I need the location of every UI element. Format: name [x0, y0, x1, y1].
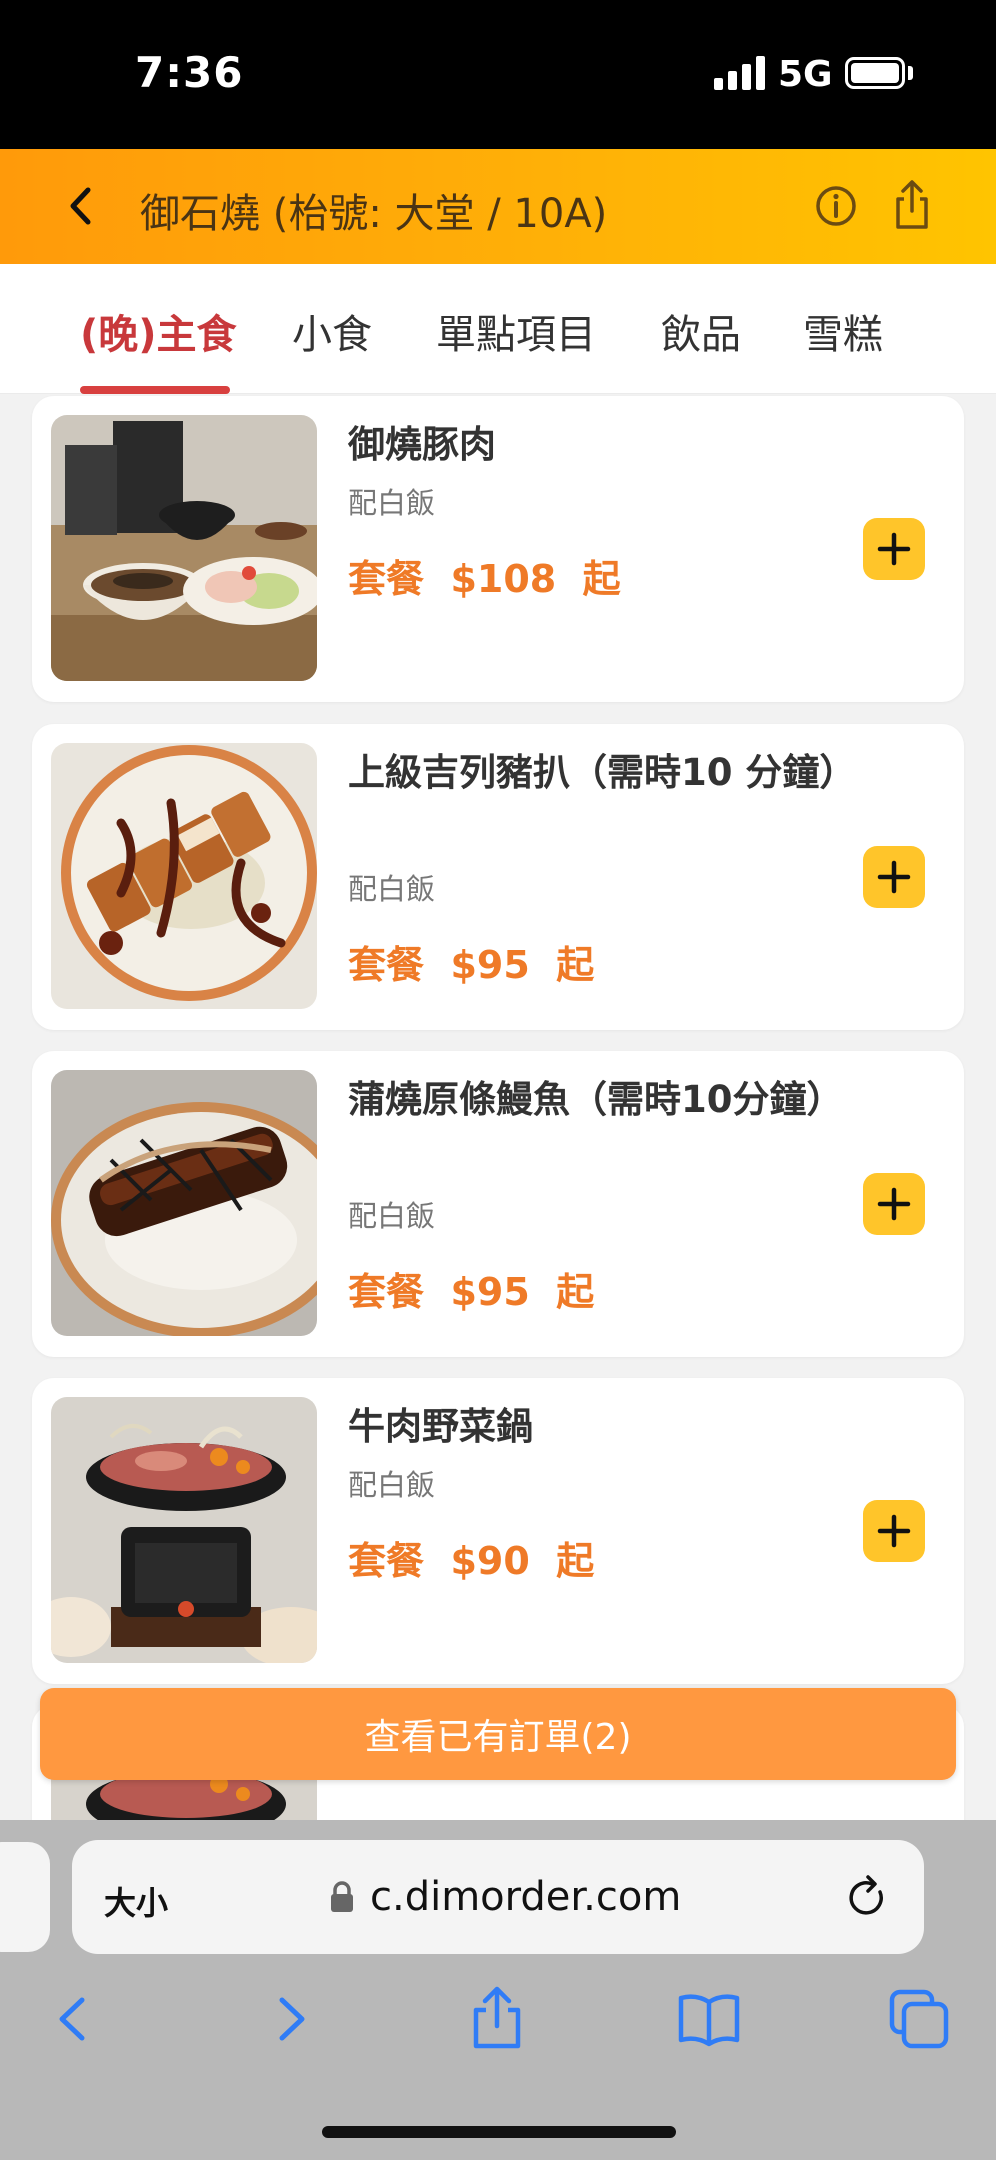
battery-icon	[845, 57, 905, 89]
page-title: 御石燒 (枱號: 大堂 / 10A)	[140, 191, 608, 237]
category-tabs: (晚)主食 小食 單點項目 飲品 雪糕	[0, 264, 996, 394]
browser-chrome: 大小 c.dimorder.com	[0, 1820, 996, 2160]
back-button[interactable]	[55, 181, 105, 231]
menu-item-card[interactable]: 牛肉野菜鍋 配白飯 套餐 $90 起	[32, 1378, 964, 1684]
battery-tip	[908, 66, 913, 80]
add-item-button[interactable]	[863, 518, 925, 580]
add-item-button[interactable]	[863, 1500, 925, 1562]
item-price: 套餐 $90 起	[348, 1539, 595, 1583]
tab-a-la-carte[interactable]: 單點項目	[436, 302, 596, 360]
browser-share-icon[interactable]	[464, 1986, 530, 2052]
chevron-left-icon	[70, 187, 91, 225]
food-photo	[51, 743, 317, 1009]
reload-icon[interactable]	[842, 1872, 892, 1922]
lock-icon	[331, 1881, 353, 1912]
home-indicator	[322, 2126, 676, 2138]
plus-icon	[877, 860, 911, 894]
bookmarks-icon[interactable]	[676, 1986, 742, 2052]
active-tab-indicator	[80, 386, 230, 394]
text-size-button[interactable]: 大小	[104, 1878, 168, 1924]
item-subtitle: 配白飯	[348, 1468, 436, 1502]
browser-forward-icon[interactable]	[256, 1986, 322, 2052]
app-header: 御石燒 (枱號: 大堂 / 10A)	[0, 149, 996, 264]
food-photo	[51, 1070, 317, 1336]
signal-icon	[714, 56, 766, 90]
share-icon	[896, 180, 928, 229]
item-name: 蒲燒原條鰻魚（需時10分鐘）	[348, 1078, 844, 1121]
plus-icon	[877, 532, 911, 566]
item-price: 套餐 $95 起	[348, 1270, 595, 1314]
info-icon	[816, 186, 856, 226]
add-item-button[interactable]	[863, 846, 925, 908]
plus-icon	[877, 1187, 911, 1221]
previous-tab-preview[interactable]	[0, 1842, 50, 1952]
tab-snacks[interactable]: 小食	[292, 302, 372, 360]
item-price: 套餐 $95 起	[348, 943, 595, 987]
item-subtitle: 配白飯	[348, 486, 436, 520]
status-bar: 7:36 5G	[0, 0, 996, 149]
url-text: c.dimorder.com	[370, 1874, 682, 1920]
menu-list: 御燒豚肉 配白飯 套餐 $108 起 上級吉列豬扒（需時10 分鐘） 配白飯 套…	[0, 394, 996, 1820]
food-photo	[51, 415, 317, 681]
network-label: 5G	[778, 54, 833, 95]
address-bar[interactable]: 大小 c.dimorder.com	[72, 1840, 924, 1954]
item-name: 牛肉野菜鍋	[348, 1405, 533, 1448]
menu-item-card[interactable]: 上級吉列豬扒（需時10 分鐘） 配白飯 套餐 $95 起	[32, 724, 964, 1030]
plus-icon	[877, 1514, 911, 1548]
item-name: 上級吉列豬扒（需時10 分鐘）	[348, 751, 857, 794]
tabs-icon[interactable]	[886, 1986, 952, 2052]
menu-item-card[interactable]: 御燒豚肉 配白飯 套餐 $108 起	[32, 396, 964, 702]
item-name: 御燒豚肉	[348, 423, 496, 466]
tab-drinks[interactable]: 飲品	[661, 302, 741, 360]
tab-ice-cream[interactable]: 雪糕	[803, 302, 883, 360]
browser-back-icon[interactable]	[42, 1986, 108, 2052]
item-subtitle: 配白飯	[348, 872, 436, 906]
share-button[interactable]	[888, 177, 936, 233]
item-price: 套餐 $108 起	[348, 557, 621, 601]
status-time: 7:36	[135, 48, 244, 97]
food-photo	[51, 1397, 317, 1663]
menu-item-card[interactable]: 蒲燒原條鰻魚（需時10分鐘） 配白飯 套餐 $95 起	[32, 1051, 964, 1357]
tab-dinner-mains[interactable]: (晚)主食	[80, 302, 237, 360]
info-button[interactable]	[812, 182, 860, 230]
add-item-button[interactable]	[863, 1173, 925, 1235]
item-subtitle: 配白飯	[348, 1199, 436, 1233]
view-orders-button[interactable]: 查看已有訂單(2)	[40, 1688, 956, 1780]
